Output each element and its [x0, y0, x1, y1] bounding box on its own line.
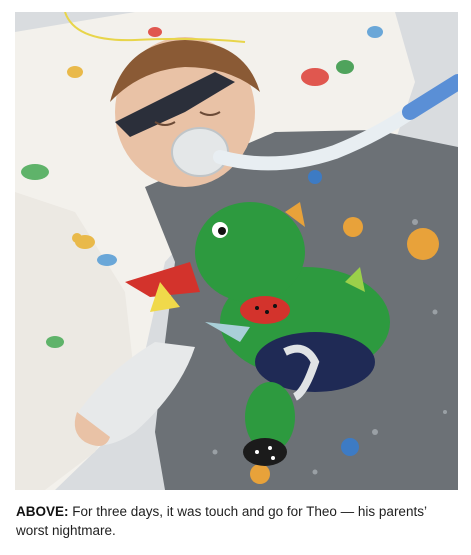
photo-illustration — [15, 12, 458, 490]
photo-caption: ABOVE: For three days, it was touch and … — [16, 502, 456, 540]
article-photo — [15, 12, 458, 490]
caption-text: For three days, it was touch and go for … — [16, 504, 427, 538]
caption-label: ABOVE: — [16, 504, 69, 519]
